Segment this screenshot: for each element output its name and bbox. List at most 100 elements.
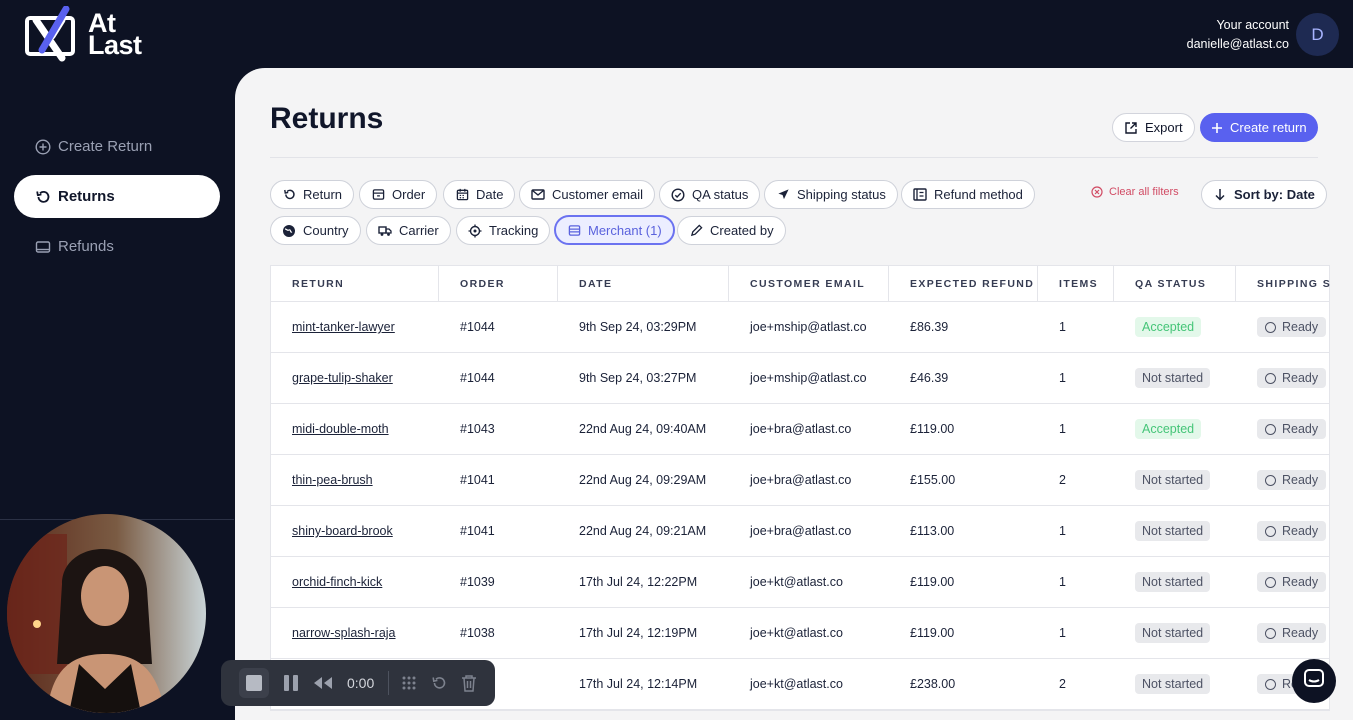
box-icon bbox=[371, 188, 385, 202]
return-id-cell: grape-tulip-shaker bbox=[271, 371, 439, 385]
at-last-logo[interactable]: At Last bbox=[22, 5, 144, 63]
filter-return[interactable]: Return bbox=[270, 180, 355, 209]
order-cell: #1043 bbox=[460, 422, 495, 436]
table-header-row: RETURN ORDER DATE CUSTOMER EMAIL EXPECTE… bbox=[271, 266, 1330, 302]
return-id-cell: orchid-finch-kick bbox=[271, 575, 439, 589]
date-cell: 17th Jul 24, 12:14PM bbox=[579, 677, 698, 691]
qa-status-badge: Not started bbox=[1135, 368, 1211, 388]
items-cell: 1 bbox=[1059, 371, 1066, 385]
column-header-shipping-status[interactable]: SHIPPING S bbox=[1236, 266, 1353, 301]
status-circle-icon bbox=[1265, 423, 1276, 435]
filter-created-by[interactable]: Created by bbox=[677, 216, 786, 245]
filter-shipping-status[interactable]: Shipping status bbox=[764, 180, 898, 209]
status-circle-icon bbox=[1265, 525, 1276, 537]
account-info[interactable]: Your account danielle@atlast.co bbox=[1187, 16, 1289, 54]
rewind-icon[interactable] bbox=[313, 676, 333, 690]
stop-icon[interactable] bbox=[239, 668, 269, 698]
filter-merchant[interactable]: Merchant (1) bbox=[554, 215, 675, 245]
order-cell: #1044 bbox=[460, 320, 495, 334]
crosshair-icon bbox=[468, 224, 482, 238]
export-button[interactable]: Export bbox=[1112, 113, 1195, 142]
status-circle-icon bbox=[1265, 474, 1276, 486]
filter-date[interactable]: Date bbox=[443, 180, 516, 209]
clear-all-filters-link[interactable]: Clear all filters bbox=[1091, 186, 1179, 198]
globe-icon bbox=[282, 224, 296, 238]
filter-qa-status[interactable]: QA status bbox=[659, 180, 761, 209]
return-id-link[interactable]: thin-pea-brush bbox=[292, 473, 373, 487]
table-row[interactable]: shiny-board-brook #1041 22nd Aug 24, 09:21… bbox=[271, 506, 1329, 557]
chat-launcher-button[interactable] bbox=[1292, 659, 1336, 703]
email-cell: joe+mship@atlast.co bbox=[750, 371, 867, 385]
email-cell: joe+bra@atlast.co bbox=[750, 422, 852, 436]
items-cell: 1 bbox=[1059, 320, 1066, 334]
table-row[interactable]: orchid-finch-kick #1039 17th Jul 24, 12:22… bbox=[271, 557, 1329, 608]
qa-status-cell: Not started bbox=[1114, 521, 1236, 541]
table-body: mint-tanker-lawyer #1044 9th Sep 24, 03:29… bbox=[271, 302, 1329, 710]
column-header-expected-refund[interactable]: EXPECTED REFUND bbox=[889, 266, 1038, 301]
page-title: Returns bbox=[270, 102, 384, 135]
shipping-status-cell: Ready bbox=[1236, 470, 1353, 490]
refund-cell: £86.39 bbox=[910, 320, 949, 334]
filter-country[interactable]: Country bbox=[270, 216, 361, 245]
trash-icon[interactable] bbox=[461, 674, 477, 692]
table-row[interactable]: thin-pea-brush #1041 22nd Aug 24, 09:29AM j… bbox=[271, 455, 1329, 506]
arrow-down-icon bbox=[1213, 188, 1227, 202]
restart-icon[interactable] bbox=[431, 675, 447, 691]
sidebar-item-label: Refunds bbox=[58, 238, 114, 255]
qa-status-badge: Accepted bbox=[1135, 419, 1202, 439]
date-cell: 17th Jul 24, 12:19PM bbox=[579, 626, 698, 640]
table-row[interactable]: mint-tanker-lawyer #1044 9th Sep 24, 03:29… bbox=[271, 302, 1329, 353]
table-row[interactable]: grape-tulip-shaker #1044 9th Sep 24, 03:27… bbox=[271, 353, 1329, 404]
filter-tracking[interactable]: Tracking bbox=[456, 216, 551, 245]
refund-cell: £238.00 bbox=[910, 677, 956, 691]
column-header-customer-email[interactable]: CUSTOMER EMAIL bbox=[729, 266, 889, 301]
sidebar-item-refunds[interactable]: Refunds bbox=[14, 225, 220, 268]
table-row[interactable]: midi-double-moth #1043 22nd Aug 24, 09:40A… bbox=[271, 404, 1329, 455]
shipping-status-cell: Ready bbox=[1236, 623, 1353, 643]
undo-icon bbox=[282, 188, 296, 202]
items-cell: 2 bbox=[1059, 677, 1066, 691]
return-id-link[interactable]: mint-tanker-lawyer bbox=[292, 320, 395, 334]
return-id-link[interactable]: orchid-finch-kick bbox=[292, 575, 382, 589]
status-circle-icon bbox=[1265, 678, 1276, 690]
table-row[interactable]: narrow-splash-raja #1038 17th Jul 24, 12:1… bbox=[271, 608, 1329, 659]
return-id-link[interactable]: grape-tulip-shaker bbox=[292, 371, 393, 385]
items-cell: 1 bbox=[1059, 626, 1066, 640]
column-header-return[interactable]: RETURN bbox=[271, 266, 439, 301]
sort-dropdown[interactable]: Sort by: Date bbox=[1201, 180, 1327, 209]
qa-status-cell: Not started bbox=[1114, 470, 1236, 490]
create-return-button[interactable]: Create return bbox=[1200, 113, 1318, 142]
date-cell: 17th Jul 24, 12:22PM bbox=[579, 575, 698, 589]
filter-refund-method[interactable]: Refund method bbox=[901, 180, 1035, 209]
status-circle-icon bbox=[1265, 576, 1276, 588]
return-id-cell: mint-tanker-lawyer bbox=[271, 320, 439, 334]
column-header-items[interactable]: ITEMS bbox=[1038, 266, 1114, 301]
move-icon[interactable] bbox=[401, 675, 417, 691]
items-cell: 1 bbox=[1059, 524, 1066, 538]
return-id-link[interactable]: narrow-splash-raja bbox=[292, 626, 396, 640]
return-id-link[interactable]: midi-double-moth bbox=[292, 422, 389, 436]
shipping-status-cell: Ready bbox=[1236, 521, 1353, 541]
store-icon bbox=[567, 223, 581, 237]
items-cell: 1 bbox=[1059, 422, 1066, 436]
avatar[interactable]: D bbox=[1296, 13, 1339, 56]
shipping-status-cell: Ready bbox=[1236, 368, 1353, 388]
filter-order[interactable]: Order bbox=[359, 180, 438, 209]
column-header-order[interactable]: ORDER bbox=[439, 266, 558, 301]
filter-customer-email[interactable]: Customer email bbox=[519, 180, 656, 209]
refund-cell: £119.00 bbox=[910, 575, 955, 589]
email-cell: joe+kt@atlast.co bbox=[750, 677, 843, 691]
pause-icon[interactable] bbox=[283, 674, 299, 692]
filter-carrier[interactable]: Carrier bbox=[366, 216, 451, 245]
column-header-qa-status[interactable]: QA STATUS bbox=[1114, 266, 1236, 301]
webcam-bubble[interactable] bbox=[7, 514, 206, 713]
return-id-link[interactable]: shiny-board-brook bbox=[292, 524, 393, 538]
shipping-status-cell: Ready bbox=[1236, 572, 1353, 592]
return-id-cell: midi-double-moth bbox=[271, 422, 439, 436]
refund-cell: £46.39 bbox=[910, 371, 949, 385]
sidebar-item-returns[interactable]: Returns bbox=[14, 175, 220, 218]
check-circle-icon bbox=[671, 187, 685, 202]
refund-cell: £113.00 bbox=[910, 524, 955, 538]
sidebar-item-create-return[interactable]: Create Return bbox=[14, 125, 220, 168]
column-header-date[interactable]: DATE bbox=[558, 266, 729, 301]
